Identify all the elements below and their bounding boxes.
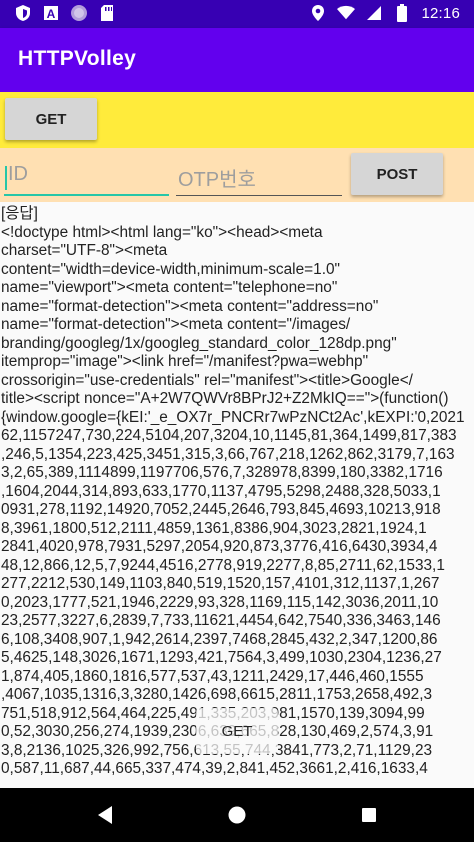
response-line: name="format-detection"><meta content="a… (1, 297, 379, 315)
response-line: 62,1157247,730,224,5104,207,3204,10,1145… (1, 427, 457, 444)
response-line: 0931,278,1192,14920,7052,2445,2646,793,8… (1, 501, 441, 518)
response-line: 3,2,65,389,1114899,1197706,576,7,328978,… (1, 464, 443, 481)
status-right-icons: 12:16 (309, 4, 460, 22)
shield-icon (14, 4, 32, 22)
status-bar: A 12:16 (0, 0, 474, 28)
signal-icon (365, 4, 383, 22)
response-line: 2841,4020,978,7931,5297,2054,920,873,377… (1, 538, 438, 555)
status-left-icons: A (14, 4, 116, 22)
response-line: ,246,5,1354,223,425,3451,315,3,66,767,21… (1, 445, 455, 463)
response-line: content="width=device-width,minimum-scal… (1, 260, 340, 278)
post-button[interactable]: POST (351, 153, 443, 195)
wifi-icon (337, 4, 356, 22)
response-line: 6,108,3408,907,1,942,2614,2397,7468,2845… (1, 630, 438, 648)
response-line: title><script nonce="A+2W7QWVr8BPrJ2+Z2M… (1, 390, 449, 407)
response-area[interactable]: [응답] <!doctype html><html lang="ko"><head… (0, 202, 474, 788)
response-line: crossorigin="use-credentials" rel="manif… (1, 371, 413, 389)
location-icon (309, 4, 327, 22)
get-row: GET (0, 92, 474, 148)
floating-get-button[interactable]: GET (196, 708, 278, 754)
response-line: 48,12,866,12,5,7,9244,4516,2778,919,2277… (1, 556, 445, 574)
circle-icon (70, 4, 88, 22)
otp-placeholder: OTP번호 (178, 169, 256, 191)
response-line: branding/googleg/1x/googleg_standard_col… (1, 334, 397, 352)
back-icon[interactable] (92, 802, 118, 828)
response-line: charset="UTF-8"><meta (1, 242, 168, 259)
response-text: [응답] <!doctype html><html lang="ko"><head… (0, 202, 474, 779)
response-line: [응답] (1, 205, 38, 222)
response-line: 23,2577,3227,6,2839,7,733,11621,4454,642… (1, 612, 441, 629)
sd-card-icon (98, 4, 116, 22)
response-line: 8,3961,1800,512,2111,4859,1361,8386,904,… (1, 519, 427, 537)
id-input[interactable]: ID (4, 156, 169, 196)
navigation-bar (0, 788, 474, 842)
battery-icon (393, 4, 411, 22)
home-icon[interactable] (224, 802, 250, 828)
response-line: name="format-detection"><meta content="/… (1, 316, 351, 333)
response-line: 277,2212,530,149,1103,840,519,1520,157,4… (1, 575, 440, 592)
response-line: itemprop="image"><link href="/manifest?p… (1, 353, 369, 370)
response-line: 0,587,11,687,44,665,337,474,39,2,841,452… (1, 760, 428, 777)
app-bar: HTTPVolley (0, 28, 474, 92)
response-line: 1,874,405,1860,1816,577,537,43,1211,2429… (1, 667, 424, 685)
response-line: name="viewport"><meta content="telephone… (1, 279, 338, 296)
id-placeholder: ID (8, 163, 28, 185)
clock: 12:16 (421, 4, 460, 22)
svg-text:A: A (47, 7, 56, 21)
response-line: 5,4625,148,3026,1671,1293,421,7564,3,499… (1, 649, 442, 666)
recents-icon[interactable] (356, 802, 382, 828)
otp-input[interactable]: OTP번호 (176, 156, 342, 196)
response-line: <!doctype html><html lang="ko"><head><me… (1, 223, 323, 241)
response-line: 0,2023,1777,521,1946,2229,93,328,1169,11… (1, 593, 439, 611)
response-line: ,1604,2044,314,893,633,1770,1137,4795,52… (1, 482, 441, 500)
login-row: ID OTP번호 POST (0, 148, 474, 202)
font-a-icon: A (42, 4, 60, 22)
response-line: {window.google={kEI:'_e_OX7r_PNCRr7wPzNC… (1, 408, 465, 426)
app-title: HTTPVolley (18, 47, 137, 70)
response-line: ,4067,1035,1316,3,3280,1426,698,6615,281… (1, 686, 433, 703)
get-button[interactable]: GET (5, 98, 97, 140)
text-cursor (5, 166, 7, 190)
